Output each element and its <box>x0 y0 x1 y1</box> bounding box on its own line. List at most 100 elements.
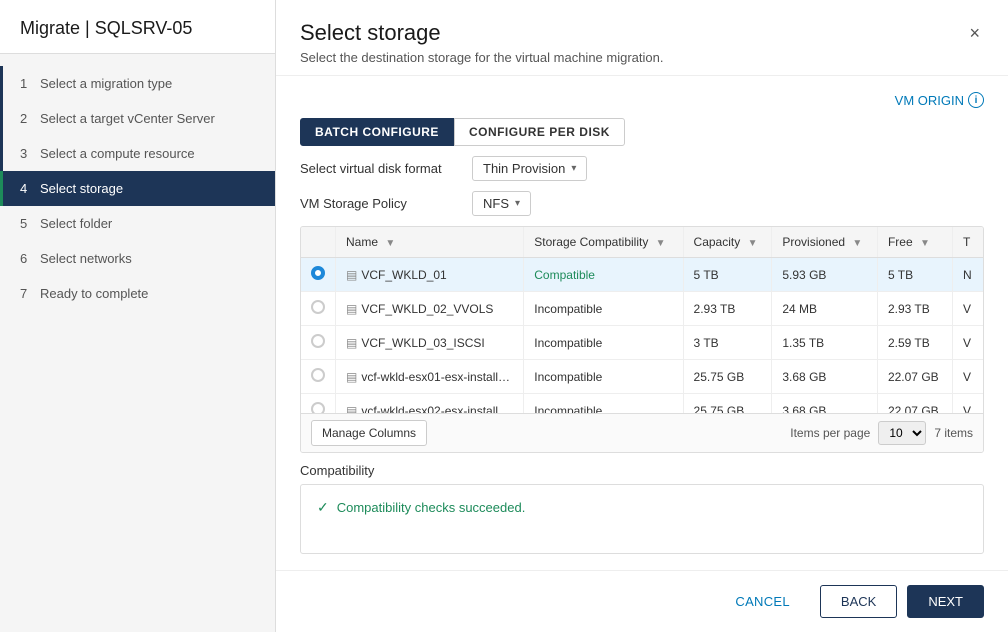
dialog-title: Select storage <box>300 20 663 46</box>
col-radio <box>301 227 336 258</box>
step-label: Select networks <box>40 251 132 266</box>
storage-compat: Incompatible <box>524 326 683 360</box>
dialog-header: Select storage Select the destination st… <box>276 0 1008 76</box>
datastore-icon: ▤ <box>346 268 357 282</box>
radio-cell[interactable] <box>301 360 336 394</box>
dialog-body: VM ORIGIN i BATCH CONFIGURE CONFIGURE PE… <box>276 76 1008 570</box>
tab-batch-configure[interactable]: BATCH CONFIGURE <box>300 118 454 146</box>
storage-compat: Incompatible <box>524 360 683 394</box>
step-num: 6 <box>20 251 32 266</box>
step-num: 1 <box>20 76 32 91</box>
storage-provisioned: 1.35 TB <box>772 326 878 360</box>
cancel-button[interactable]: CANCEL <box>715 586 810 617</box>
col-capacity: Capacity ▼ <box>683 227 772 258</box>
radio-button[interactable] <box>311 266 325 280</box>
compatibility-message: Compatibility checks succeeded. <box>337 500 526 515</box>
check-icon: ✓ <box>317 499 329 516</box>
radio-cell[interactable] <box>301 394 336 414</box>
storage-provisioned: 24 MB <box>772 292 878 326</box>
step-label: Select a migration type <box>40 76 172 91</box>
datastore-icon: ▤ <box>346 404 357 414</box>
table-footer: Manage Columns Items per page 10 25 50 7… <box>301 413 983 452</box>
sort-icon-capacity: ▼ <box>748 238 758 249</box>
storage-free: 5 TB <box>877 258 952 292</box>
items-per-page-label: Items per page <box>790 426 870 440</box>
table-row[interactable]: ▤VCF_WKLD_01 Compatible 5 TB 5.93 GB 5 T… <box>301 258 983 292</box>
radio-cell[interactable] <box>301 326 336 360</box>
table-row[interactable]: ▤VCF_WKLD_02_VVOLS Incompatible 2.93 TB … <box>301 292 983 326</box>
compatibility-section: Compatibility ✓ Compatibility checks suc… <box>300 463 984 554</box>
sidebar-step-6[interactable]: 6 Select networks <box>0 241 275 276</box>
radio-button[interactable] <box>311 368 325 382</box>
storage-compat: Compatible <box>524 258 683 292</box>
col-provisioned: Provisioned ▼ <box>772 227 878 258</box>
storage-policy-value: NFS <box>483 196 509 211</box>
disk-format-value: Thin Provision <box>483 161 565 176</box>
disk-format-dropdown[interactable]: Thin Provision ▾ <box>472 156 587 181</box>
radio-cell[interactable] <box>301 292 336 326</box>
storage-policy-label: VM Storage Policy <box>300 196 460 211</box>
vm-origin-link[interactable]: VM ORIGIN <box>895 93 964 108</box>
total-items: 7 items <box>934 426 973 440</box>
storage-capacity: 3 TB <box>683 326 772 360</box>
radio-button[interactable] <box>311 334 325 348</box>
radio-button[interactable] <box>311 300 325 314</box>
manage-columns-button[interactable]: Manage Columns <box>311 420 427 446</box>
table-row[interactable]: ▤VCF_WKLD_03_ISCSI Incompatible 3 TB 1.3… <box>301 326 983 360</box>
sort-icon-compat: ▼ <box>656 238 666 249</box>
storage-provisioned: 3.68 GB <box>772 394 878 414</box>
storage-type: V <box>952 394 983 414</box>
sidebar-step-3[interactable]: 3Select a compute resource <box>0 136 275 171</box>
disk-format-row: Select virtual disk format Thin Provisio… <box>300 156 984 181</box>
storage-table-container: Name ▼ Storage Compatibility ▼ Capacity … <box>300 226 984 453</box>
storage-capacity: 2.93 TB <box>683 292 772 326</box>
table-row[interactable]: ▤vcf-wkld-esx02-esx-install-datastore In… <box>301 394 983 414</box>
chevron-down-icon: ▾ <box>571 163 576 174</box>
sidebar-step-5[interactable]: 5Select folder <box>0 206 275 241</box>
radio-button[interactable] <box>311 402 325 413</box>
storage-name: ▤VCF_WKLD_02_VVOLS <box>336 292 524 326</box>
table-row[interactable]: ▤vcf-wkld-esx01-esx-install-datastore In… <box>301 360 983 394</box>
info-icon[interactable]: i <box>968 92 984 108</box>
step-num: 4 <box>20 181 32 196</box>
close-button[interactable]: × <box>965 20 984 46</box>
storage-type: V <box>952 326 983 360</box>
sidebar-step-1[interactable]: 1 Select a migration type <box>0 66 275 101</box>
col-storage-compat: Storage Compatibility ▼ <box>524 227 683 258</box>
storage-policy-row: VM Storage Policy NFS ▾ <box>300 191 984 216</box>
sidebar-step-4: 4Select storage <box>0 171 275 206</box>
storage-free: 22.07 GB <box>877 394 952 414</box>
sort-icon-free: ▼ <box>920 238 930 249</box>
main-dialog: Select storage Select the destination st… <box>276 0 1008 632</box>
sidebar: Migrate | SQLSRV-05 1Select a migration … <box>0 0 276 632</box>
back-button[interactable]: BACK <box>820 585 897 618</box>
radio-cell[interactable] <box>301 258 336 292</box>
pagination: Items per page 10 25 50 7 items <box>790 421 973 445</box>
storage-table-scroll[interactable]: Name ▼ Storage Compatibility ▼ Capacity … <box>301 227 983 413</box>
compatibility-success: ✓ Compatibility checks succeeded. <box>317 499 967 516</box>
sidebar-step-2[interactable]: 2Select a target vCenter Server <box>0 101 275 136</box>
per-page-select[interactable]: 10 25 50 <box>878 421 926 445</box>
storage-free: 2.59 TB <box>877 326 952 360</box>
col-free: Free ▼ <box>877 227 952 258</box>
storage-compat: Incompatible <box>524 292 683 326</box>
datastore-icon: ▤ <box>346 336 357 350</box>
step-label: Ready to complete <box>40 286 148 301</box>
datastore-icon: ▤ <box>346 302 357 316</box>
storage-provisioned: 3.68 GB <box>772 360 878 394</box>
sidebar-steps: 1 Select a migration type 2Select a target… <box>0 54 275 632</box>
vm-origin-row: VM ORIGIN i <box>300 92 984 108</box>
storage-free: 22.07 GB <box>877 360 952 394</box>
sidebar-step-7[interactable]: 7Ready to complete <box>0 276 275 311</box>
storage-name: ▤vcf-wkld-esx02-esx-install-datastore <box>336 394 524 414</box>
col-name: Name ▼ <box>336 227 524 258</box>
storage-capacity: 25.75 GB <box>683 394 772 414</box>
step-num: 3 <box>20 146 32 161</box>
storage-policy-dropdown[interactable]: NFS ▾ <box>472 191 531 216</box>
next-button[interactable]: NEXT <box>907 585 984 618</box>
storage-free: 2.93 TB <box>877 292 952 326</box>
storage-type: N <box>952 258 983 292</box>
tab-configure-per-disk[interactable]: CONFIGURE PER DISK <box>454 118 625 146</box>
step-num: 2 <box>20 111 32 126</box>
storage-capacity: 5 TB <box>683 258 772 292</box>
